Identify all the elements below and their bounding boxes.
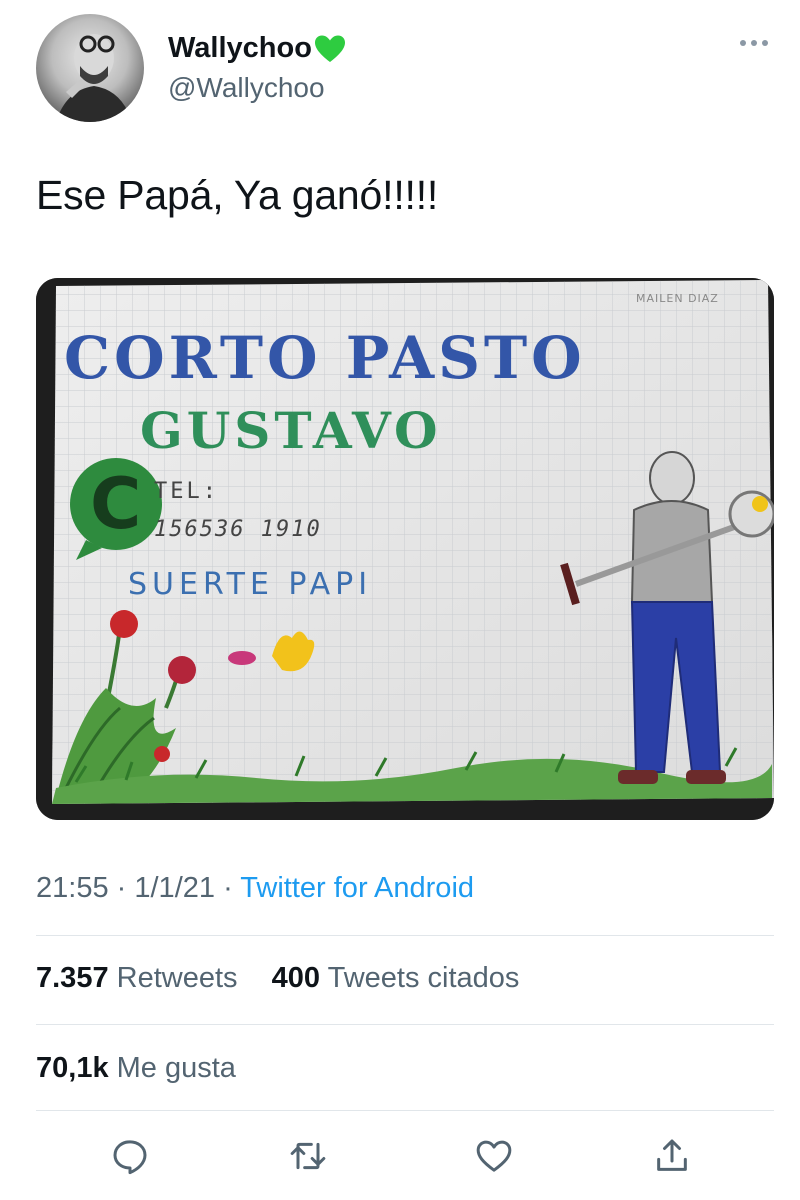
drawing-signature: MAILEN DIAZ [636, 292, 719, 305]
divider [36, 1024, 774, 1025]
tweet-text: Ese Papá, Ya ganó!!!!! [36, 172, 439, 218]
likes-label: Me gusta [116, 1052, 236, 1084]
retweets-count: 7.357 [36, 962, 109, 994]
reply-icon[interactable] [104, 1130, 156, 1182]
drawing-title-line2: GUSTAVO [140, 401, 442, 460]
quotes-label: Tweets citados [327, 962, 520, 994]
share-icon[interactable] [646, 1130, 698, 1182]
tweet-media-image[interactable]: MAILEN DIAZ CORTO PASTO GUSTAVO C TEL: 1… [36, 278, 774, 820]
svg-text:C: C [90, 463, 141, 545]
tweet-time[interactable]: 21:55 [36, 872, 109, 904]
tweet-timestamp-line: 21:55 · 1/1/21 · Twitter for Android [36, 872, 474, 905]
drawing-tel-label: TEL: [154, 479, 219, 504]
green-heart-icon [314, 34, 346, 64]
likes-count: 70,1k [36, 1052, 109, 1084]
display-name-text: Wallychoo [168, 32, 312, 64]
user-handle[interactable]: @Wallychoo [168, 72, 325, 104]
tweet-header: Wallychoo @Wallychoo [36, 14, 776, 124]
tweet-source-link[interactable]: Twitter for Android [240, 872, 474, 904]
retweet-stats: 7.357 Retweets 400 Tweets citados [36, 962, 519, 995]
more-options-icon[interactable] [740, 36, 776, 50]
retweet-icon[interactable] [282, 1130, 334, 1182]
quotes-stat[interactable]: 400 Tweets citados [272, 962, 520, 994]
drawing-tel-number: 156536 1910 [154, 517, 322, 542]
retweets-stat[interactable]: 7.357 Retweets [36, 962, 246, 994]
tweet-date[interactable]: 1/1/21 [134, 872, 215, 904]
like-icon[interactable] [468, 1130, 520, 1182]
tweet-actions-bar [36, 1130, 774, 1186]
likes-stats[interactable]: 70,1k Me gusta [36, 1052, 236, 1085]
display-name[interactable]: Wallychoo [168, 32, 346, 65]
meta-separator: · [223, 872, 233, 904]
meta-separator: · [116, 872, 127, 904]
avatar[interactable] [36, 14, 144, 122]
drawing-title-line1: CORTO PASTO [64, 324, 586, 392]
retweets-label: Retweets [116, 962, 238, 994]
divider [36, 935, 774, 936]
drawing-wish: SUERTE PAPI [128, 567, 372, 602]
divider [36, 1110, 774, 1111]
quotes-count: 400 [271, 962, 321, 994]
